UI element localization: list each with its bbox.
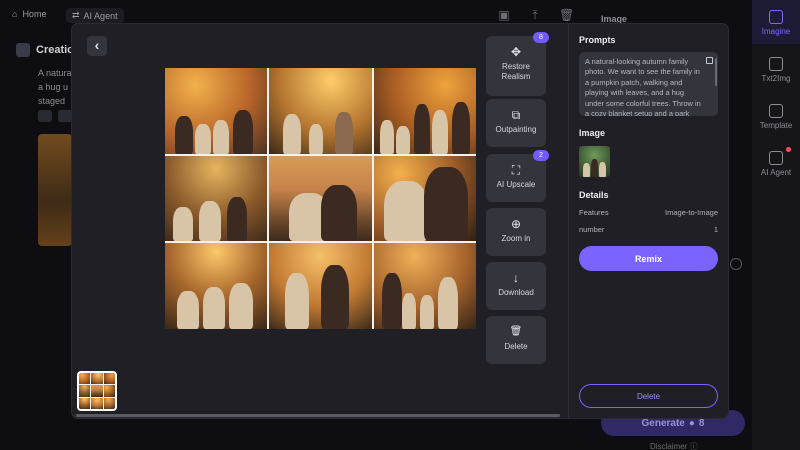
image-heading: Image — [579, 128, 606, 138]
rail-item-ai-agent[interactable]: AI Agent — [752, 151, 800, 177]
background-close-icon[interactable] — [730, 258, 742, 270]
collage-photo — [165, 68, 268, 154]
tool-label: Zoom in — [501, 234, 531, 243]
detail-key: number — [579, 225, 605, 234]
background-result-thumbnail[interactable] — [38, 134, 72, 246]
zoom-in-icon: ⊕ — [510, 217, 522, 231]
tool-label: Restore Realism — [501, 62, 531, 81]
home-label: Home — [22, 9, 47, 19]
collage-photo — [269, 243, 372, 329]
creation-title-text: Creatio — [36, 44, 74, 56]
prompt-text: A natural-looking autumn family photo. W… — [585, 57, 701, 116]
tool-label: Outpainting — [495, 125, 537, 134]
collage-photo — [269, 68, 372, 154]
collage-photo — [373, 155, 476, 242]
panel-icon[interactable]: ▣ — [497, 8, 511, 22]
generate-label: Generate — [641, 417, 685, 429]
tool-label: AI Upscale — [496, 180, 536, 189]
horizontal-scrollbar-thumb[interactable] — [76, 414, 560, 417]
collage-photo — [269, 155, 372, 242]
creation-icon — [16, 43, 30, 57]
app-root: ⌂ Home ⇄ AI Agent ▣ ⤒ 🗑 Image Creatio A … — [0, 0, 800, 450]
credit-badge: 8 — [533, 32, 549, 43]
chevron-left-icon: ‹ — [94, 37, 100, 53]
rail-item-label: Template — [759, 121, 793, 130]
background-action-button[interactable] — [38, 110, 52, 122]
delete-outline-button[interactable]: Delete — [579, 384, 718, 408]
rail-item-label: AI Agent — [760, 168, 792, 177]
remix-button[interactable]: Remix — [579, 246, 718, 271]
prompts-heading: Prompts — [579, 35, 616, 45]
copy-icon[interactable] — [706, 57, 713, 64]
rail-item-txt2img[interactable]: Txt2Img — [752, 57, 800, 83]
panel-divider — [568, 24, 569, 418]
move-icon: ✥ — [510, 45, 522, 59]
zoom-in-button[interactable]: ⊕ Zoom in — [486, 208, 546, 256]
detail-value: Image-to-Image — [665, 208, 718, 217]
delete-button[interactable]: 🗑 Delete — [486, 316, 546, 364]
collage-photo — [373, 243, 476, 329]
outpainting-icon: ⧉ — [511, 108, 521, 122]
template-icon — [769, 104, 783, 118]
image-viewer-modal: ‹ 8 ✥ Restore Realism ⧉ Outpainting 2 ⛶ … — [72, 24, 728, 418]
tool-label: Download — [498, 288, 534, 297]
ai-upscale-button[interactable]: 2 ⛶ AI Upscale — [486, 150, 549, 202]
rail-item-template[interactable]: Template — [752, 104, 800, 130]
restore-realism-button[interactable]: 8 ✥ Restore Realism — [486, 32, 549, 96]
background-disclaimer[interactable]: Disclaimer ⓘ — [650, 441, 698, 450]
agent-icon — [769, 151, 783, 165]
rail-item-imagine[interactable]: Imagine — [752, 10, 800, 36]
details-heading: Details — [579, 190, 609, 200]
background-action-button[interactable] — [58, 110, 72, 122]
home-link[interactable]: ⌂ Home — [12, 9, 46, 19]
ai-agent-chip[interactable]: ⇄ AI Agent — [66, 8, 124, 23]
prompt-text-box[interactable]: A natural-looking autumn family photo. W… — [579, 52, 718, 116]
expand-icon: ⛶ — [511, 163, 521, 177]
upload-icon[interactable]: ⤒ — [528, 8, 542, 22]
credit-icon: ● — [688, 417, 695, 429]
tool-label: Delete — [504, 342, 528, 351]
home-icon: ⌂ — [12, 9, 18, 19]
credit-badge: 2 — [533, 150, 549, 161]
background-action-buttons — [38, 110, 72, 122]
detail-row-features: Features Image-to-Image — [579, 208, 718, 217]
generate-credits: 8 — [698, 417, 705, 429]
rail-item-label: Txt2Img — [761, 74, 791, 83]
background-image-label: Image — [601, 14, 628, 24]
selected-thumbnail[interactable] — [77, 371, 117, 411]
image-icon — [769, 10, 783, 24]
download-button[interactable]: ↓ Download — [486, 262, 546, 310]
back-button[interactable]: ‹ — [87, 36, 107, 56]
ai-agent-label: AI Agent — [83, 10, 118, 21]
disclaimer-label: Disclaimer — [650, 442, 688, 450]
notification-dot — [786, 147, 791, 152]
rail-item-label: Imagine — [761, 27, 791, 36]
generated-image-collage[interactable] — [165, 68, 476, 329]
detail-value: 1 — [713, 225, 718, 234]
trash-icon: 🗑 — [509, 326, 523, 337]
collage-photo — [373, 68, 476, 154]
download-icon: ↓ — [513, 271, 519, 285]
collage-photo — [165, 243, 268, 329]
background-creation-title: Creatio — [16, 43, 74, 57]
reference-image-thumbnail[interactable] — [579, 146, 610, 177]
detail-key: Features — [579, 208, 609, 217]
text-to-image-icon — [769, 57, 783, 71]
outpainting-button[interactable]: ⧉ Outpainting — [486, 99, 546, 147]
swap-icon: ⇄ — [72, 10, 80, 20]
trash-icon[interactable]: 🗑 — [559, 8, 574, 22]
prompt-scrollbar[interactable] — [715, 58, 717, 86]
collage-photo — [165, 155, 268, 242]
detail-row-number: number 1 — [579, 225, 718, 234]
help-icon: ⓘ — [689, 442, 698, 450]
